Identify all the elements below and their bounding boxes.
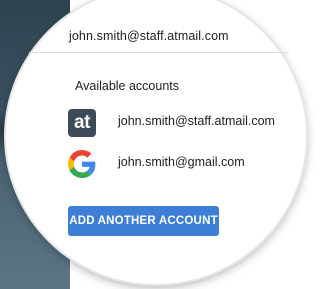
account-item-atmail[interactable]: john.smith@staff.atmail.com <box>118 114 275 128</box>
available-accounts-heading: Available accounts <box>75 79 180 93</box>
atmail-logo-icon: at <box>68 109 96 137</box>
menu-divider <box>29 52 289 53</box>
current-account-email: john.smith@staff.atmail.com <box>69 29 229 43</box>
add-another-account-button[interactable]: ADD ANOTHER ACCOUNT <box>68 206 219 236</box>
google-logo-icon <box>68 150 96 178</box>
account-item-gmail[interactable]: john.smith@gmail.com <box>118 155 245 169</box>
